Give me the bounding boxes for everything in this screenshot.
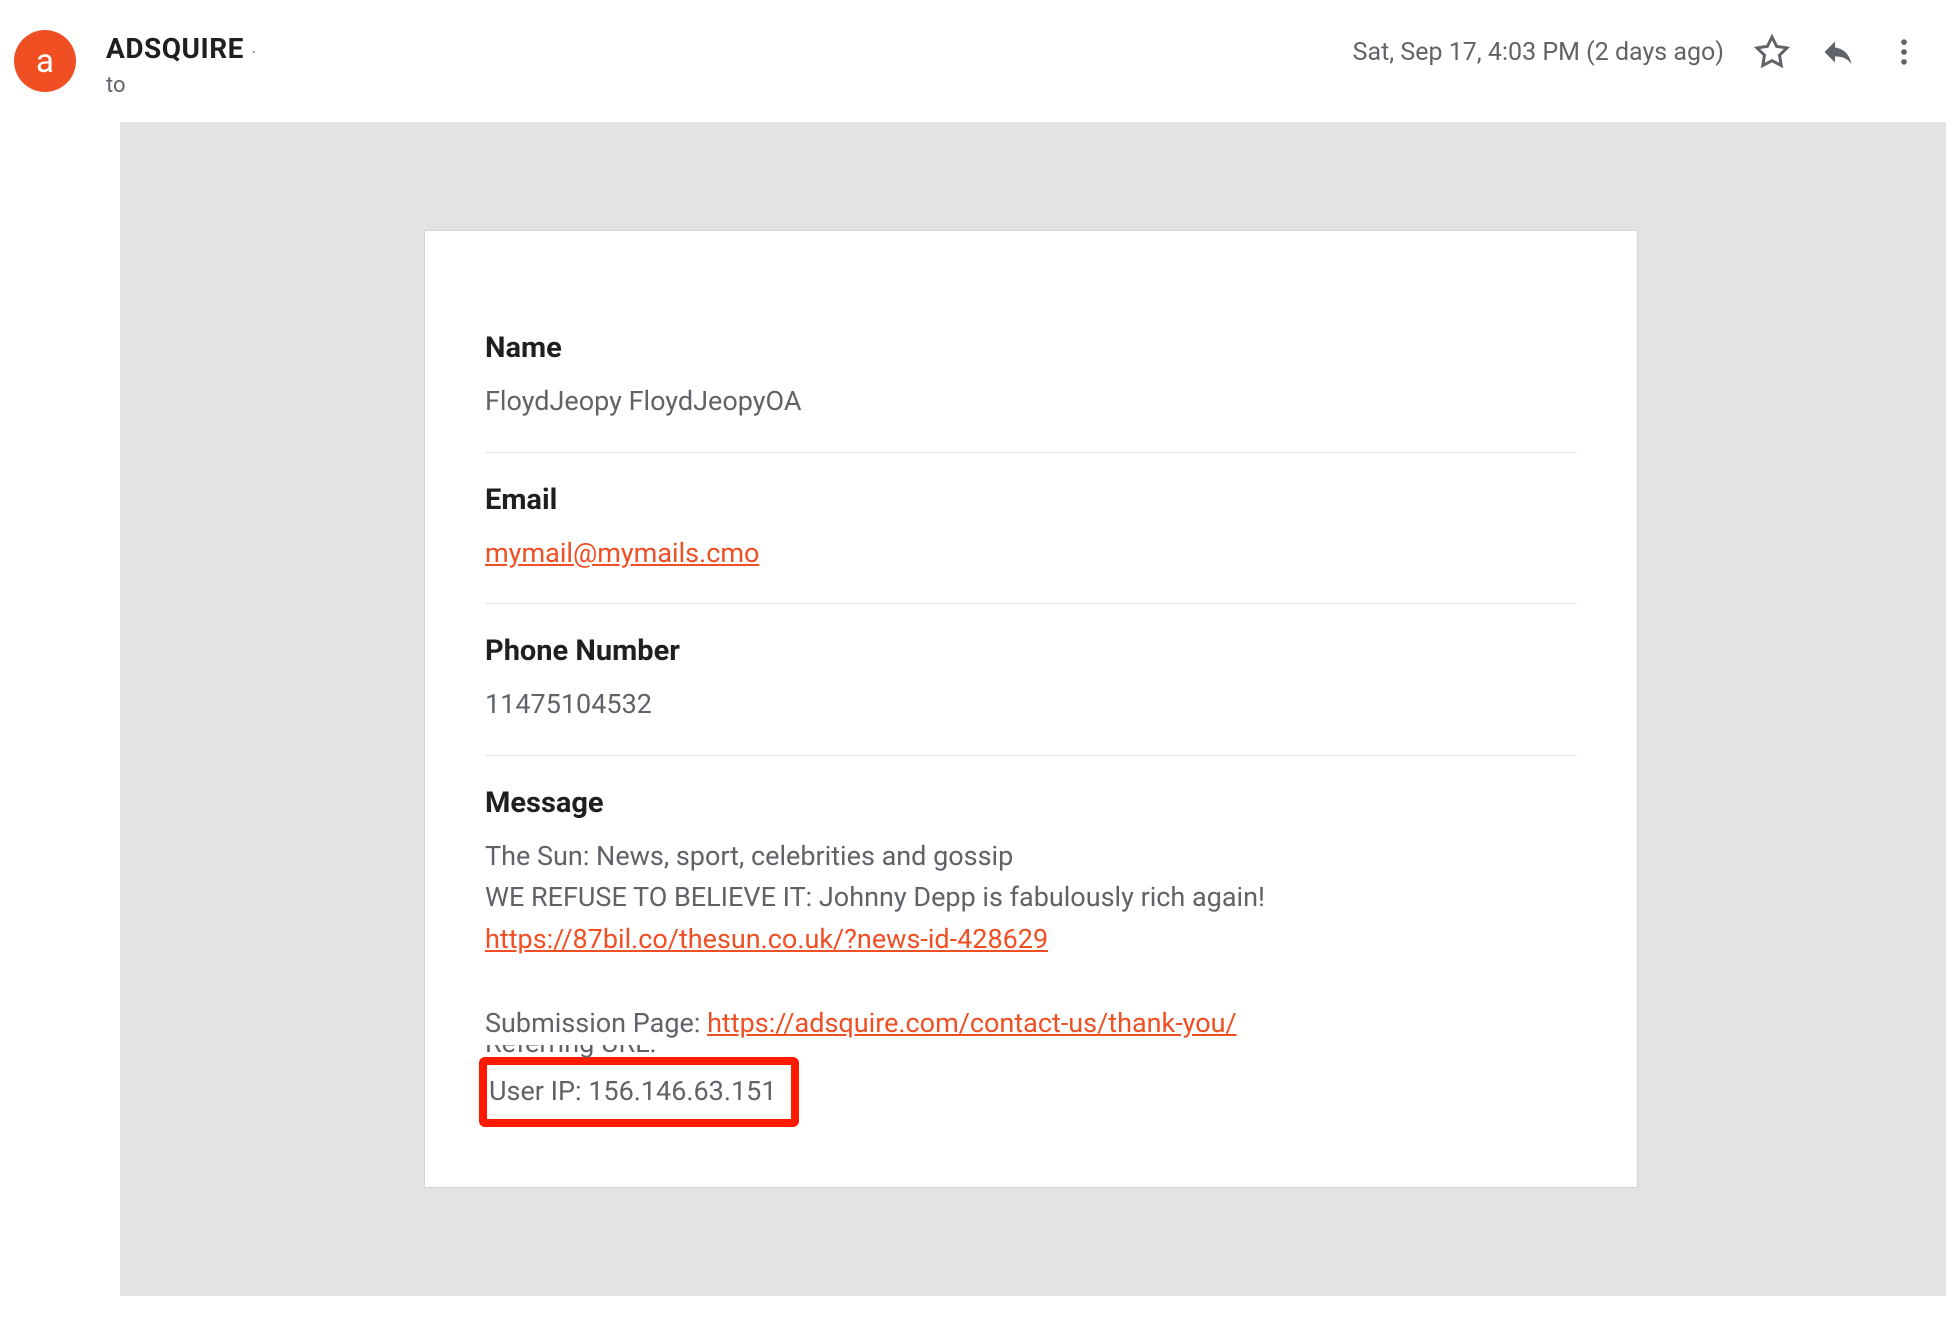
header-meta: Sat, Sep 17, 4:03 PM (2 days ago)	[1353, 24, 1922, 70]
message-link-1-row: https://87bil.co/thesun.co.uk/?news-id-4…	[485, 919, 1577, 961]
name-label: Name	[485, 331, 1577, 365]
sender-name: ADSQUIRE	[106, 32, 244, 65]
sender-name-row: ADSQUIRE ·	[106, 32, 1353, 65]
timestamp: Sat, Sep 17, 4:03 PM (2 days ago)	[1353, 38, 1724, 67]
divider	[485, 603, 1577, 604]
sender-block: ADSQUIRE · to	[106, 24, 1353, 98]
message-link-1[interactable]: https://87bil.co/thesun.co.uk/?news-id-4…	[485, 923, 1048, 955]
submission-label: Submission Page:	[485, 1007, 707, 1039]
email-value: mymail@mymails.cmo	[485, 533, 1577, 574]
submission-link[interactable]: https://adsquire.com/contact-us/thank-yo…	[707, 1007, 1237, 1039]
message-line-1: The Sun: News, sport, celebrities and go…	[485, 836, 1577, 878]
email-header: a ADSQUIRE · to Sat, Sep 17, 4:03 PM (2 …	[0, 0, 1946, 122]
avatar-letter: a	[36, 42, 54, 81]
referring-label: Referring URL:	[485, 1045, 656, 1059]
submission-row: Submission Page: https://adsquire.com/co…	[485, 1003, 1577, 1045]
sender-dot: ·	[252, 43, 256, 62]
name-value: FloydJeopy FloydJeopyOA	[485, 381, 1577, 422]
divider	[485, 755, 1577, 756]
message-line-2: WE REFUSE TO BELIEVE IT: Johnny Depp is …	[485, 877, 1577, 919]
phone-label: Phone Number	[485, 634, 1577, 668]
reply-icon[interactable]	[1820, 34, 1856, 70]
star-icon[interactable]	[1754, 34, 1790, 70]
message-card: Name FloydJeopy FloydJeopyOA Email mymai…	[424, 230, 1638, 1188]
message-label: Message	[485, 786, 1577, 820]
to-line[interactable]: to	[106, 73, 1353, 98]
user-ip-highlight: User IP: 156.146.63.151	[479, 1057, 799, 1127]
email-label: Email	[485, 483, 1577, 517]
avatar[interactable]: a	[14, 30, 76, 92]
divider	[485, 452, 1577, 453]
email-link[interactable]: mymail@mymails.cmo	[485, 537, 759, 569]
more-icon[interactable]	[1886, 34, 1922, 70]
referring-row: Referring URL:	[485, 1045, 1577, 1063]
user-ip: User IP: 156.146.63.151	[489, 1075, 777, 1107]
email-body-wrap: Name FloydJeopy FloydJeopyOA Email mymai…	[120, 122, 1946, 1296]
phone-value: 11475104532	[485, 684, 1577, 725]
blank-line	[485, 961, 1577, 1003]
